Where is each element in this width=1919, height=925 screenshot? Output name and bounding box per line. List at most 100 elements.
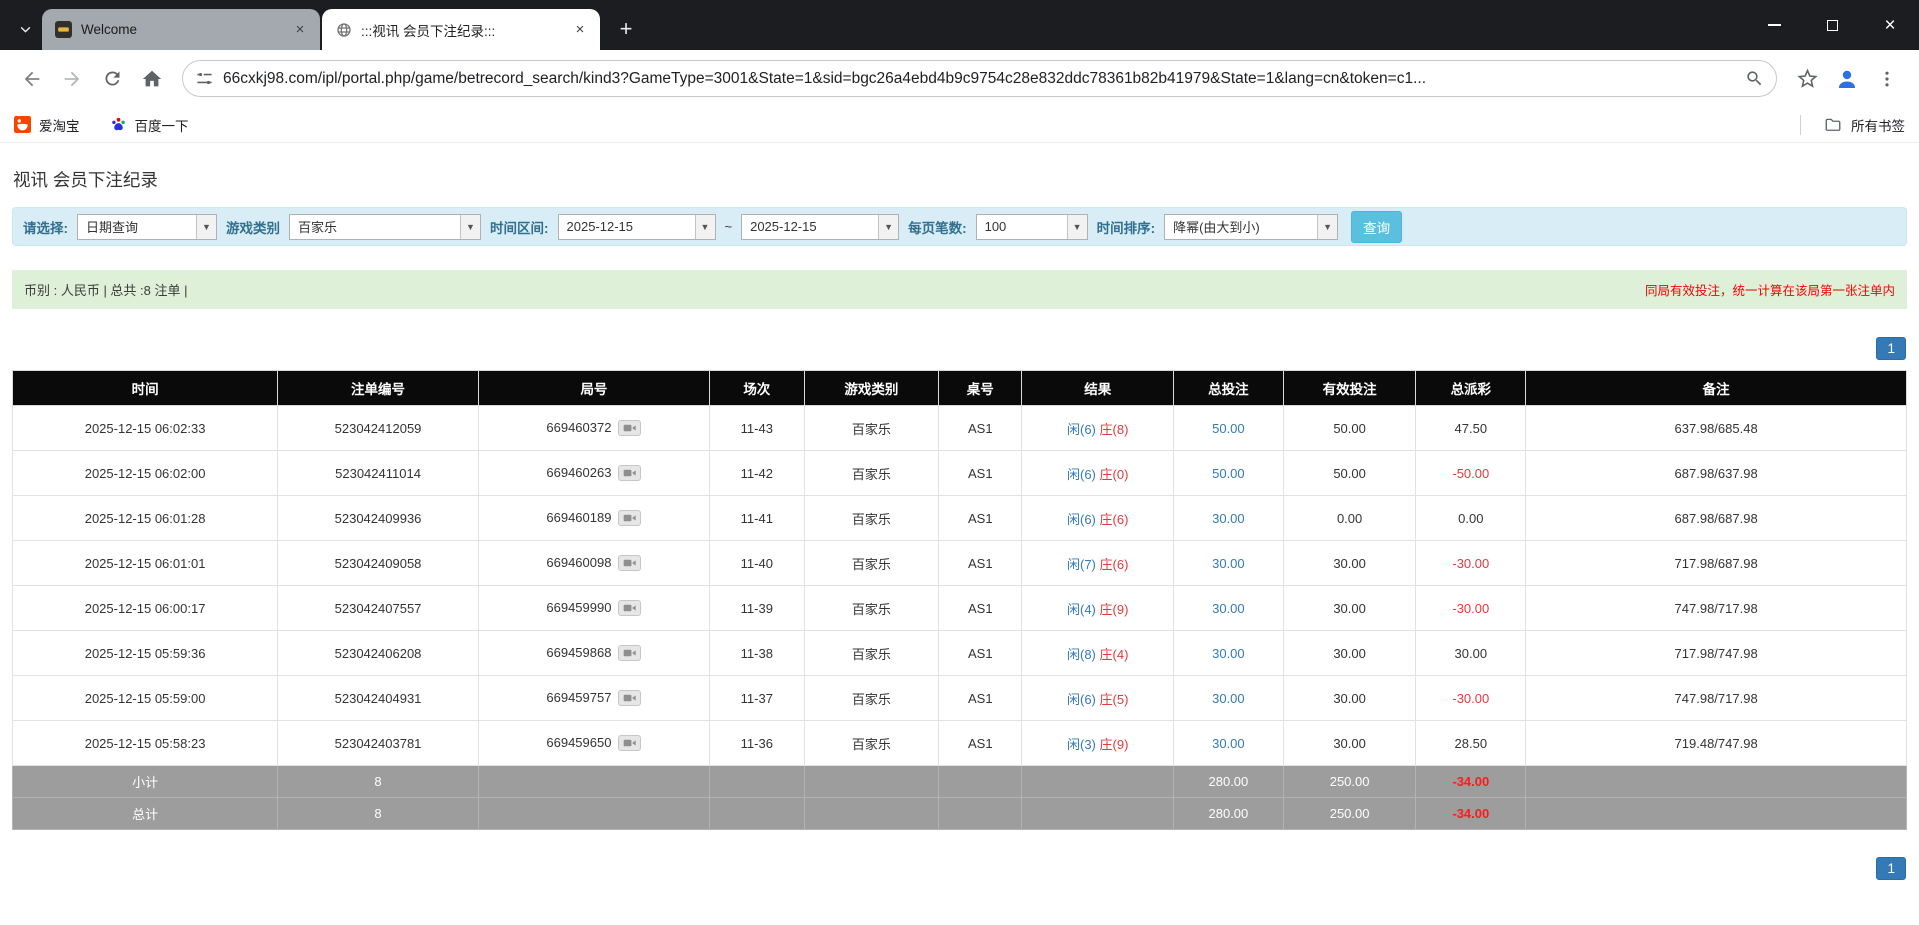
summary-cell: 8 [278, 766, 479, 798]
chevron-down-icon: ▼ [695, 215, 715, 239]
cell-valid-bet: 30.00 [1283, 721, 1416, 766]
query-type-select[interactable]: 日期查询 ▼ [77, 214, 217, 240]
profile-avatar[interactable] [1829, 61, 1865, 97]
table-row: 2025-12-15 06:02:33523042412059669460372… [13, 406, 1907, 451]
chevron-down-icon: ▼ [878, 215, 898, 239]
cell-table-number: AS1 [939, 676, 1022, 721]
cell-time: 2025-12-15 06:02:33 [13, 406, 278, 451]
cell-table-number: AS1 [939, 406, 1022, 451]
site-info-icon[interactable] [195, 69, 214, 88]
summary-cell: 280.00 [1173, 798, 1283, 830]
cell-valid-bet: 30.00 [1283, 676, 1416, 721]
cell-bet-id: 523042406208 [278, 631, 479, 676]
home-button[interactable] [134, 61, 170, 97]
column-header: 桌号 [939, 371, 1022, 406]
summary-cell [478, 766, 709, 798]
refresh-button[interactable] [94, 61, 130, 97]
maximize-button[interactable] [1803, 0, 1861, 50]
new-tab-button[interactable]: + [610, 13, 642, 45]
column-header: 场次 [709, 371, 804, 406]
search-button[interactable]: 查询 [1351, 211, 1402, 243]
tab-betrecord[interactable]: :::视讯 会员下注纪录::: × [322, 9, 600, 50]
bookmark-baidu[interactable]: 百度一下 [110, 115, 189, 135]
cell-payout: -50.00 [1416, 451, 1526, 496]
all-bookmarks-button[interactable]: 所有书签 [1800, 115, 1905, 135]
bookmark-aitaobao[interactable]: 爱淘宝 [14, 115, 80, 135]
globe-favicon-icon [335, 21, 352, 38]
summary-cell [1022, 798, 1174, 830]
cell-bet-id: 523042404931 [278, 676, 479, 721]
video-replay-icon[interactable] [618, 555, 641, 571]
tab-search-chevron-icon[interactable] [8, 9, 42, 50]
total-bet-link[interactable]: 30.00 [1212, 736, 1245, 751]
video-replay-icon[interactable] [618, 420, 641, 436]
chevron-down-icon: ▼ [460, 215, 480, 239]
tab-close-icon[interactable]: × [290, 20, 310, 40]
cell-time: 2025-12-15 05:59:36 [13, 631, 278, 676]
subtotal-row: 小计8280.00250.00-34.00 [13, 766, 1907, 798]
aitaobao-icon [14, 116, 31, 133]
summary-cell: 250.00 [1283, 798, 1416, 830]
tab-welcome[interactable]: Welcome × [42, 9, 320, 50]
column-header: 时间 [13, 371, 278, 406]
sort-order-value: 降幂(由大到小) [1165, 215, 1317, 239]
chevron-down-icon: ▼ [196, 215, 216, 239]
video-replay-icon[interactable] [618, 510, 641, 526]
cell-note: 637.98/685.48 [1526, 406, 1907, 451]
cell-time: 2025-12-15 06:01:28 [13, 496, 278, 541]
bookmark-star-icon[interactable] [1789, 61, 1825, 97]
back-button[interactable] [14, 61, 50, 97]
cell-bet-id: 523042407557 [278, 586, 479, 631]
cell-note: 717.98/747.98 [1526, 631, 1907, 676]
total-bet-link[interactable]: 30.00 [1212, 556, 1245, 571]
welcome-tab-favicon-icon [55, 21, 72, 38]
bookmark-label: 爱淘宝 [39, 115, 80, 135]
sort-order-select[interactable]: 降幂(由大到小) ▼ [1164, 214, 1338, 240]
cell-round-number: 669459757 [478, 676, 709, 721]
page-1-button[interactable]: 1 [1876, 857, 1906, 880]
game-type-select[interactable]: 百家乐 ▼ [289, 214, 481, 240]
game-type-value: 百家乐 [290, 215, 460, 239]
total-bet-link[interactable]: 30.00 [1212, 601, 1245, 616]
total-bet-link[interactable]: 50.00 [1212, 421, 1245, 436]
video-replay-icon[interactable] [618, 600, 641, 616]
date-to-value: 2025-12-15 [742, 215, 878, 239]
video-replay-icon[interactable] [618, 645, 641, 661]
total-bet-link[interactable]: 30.00 [1212, 691, 1245, 706]
column-header: 有效投注 [1283, 371, 1416, 406]
summary-cell [478, 798, 709, 830]
cell-total-bet: 30.00 [1173, 496, 1283, 541]
cell-game-type: 百家乐 [804, 676, 938, 721]
cell-bet-id: 523042409936 [278, 496, 479, 541]
total-bet-link[interactable]: 30.00 [1212, 511, 1245, 526]
date-to-select[interactable]: 2025-12-15 ▼ [741, 214, 899, 240]
video-replay-icon[interactable] [618, 690, 641, 706]
per-page-select[interactable]: 100 ▼ [976, 214, 1088, 240]
video-replay-icon[interactable] [618, 465, 641, 481]
cell-round-number: 669460098 [478, 541, 709, 586]
forward-button[interactable] [54, 61, 90, 97]
summary-cell [1526, 766, 1907, 798]
cell-bet-id: 523042403781 [278, 721, 479, 766]
url-bar[interactable]: 66cxkj98.com/ipl/portal.php/game/betreco… [182, 60, 1777, 97]
date-from-select[interactable]: 2025-12-15 ▼ [558, 214, 716, 240]
total-bet-link[interactable]: 50.00 [1212, 466, 1245, 481]
url-text[interactable]: 66cxkj98.com/ipl/portal.php/game/betreco… [223, 70, 1736, 88]
tilde-separator: ~ [725, 219, 733, 234]
zoom-icon[interactable] [1745, 69, 1764, 88]
minimize-button[interactable] [1745, 0, 1803, 50]
chevron-down-icon: ▼ [1317, 215, 1337, 239]
cell-session: 11-43 [709, 406, 804, 451]
cell-time: 2025-12-15 06:00:17 [13, 586, 278, 631]
menu-dots-icon[interactable] [1869, 61, 1905, 97]
tab-close-icon[interactable]: × [570, 20, 590, 40]
currency-summary: 币别 : 人民币 | 总共 :8 注单 | [24, 280, 188, 299]
cell-result: 闲(3) 庄(9) [1022, 721, 1174, 766]
cell-session: 11-41 [709, 496, 804, 541]
total-bet-link[interactable]: 30.00 [1212, 646, 1245, 661]
page-1-button[interactable]: 1 [1876, 337, 1906, 360]
cell-total-bet: 50.00 [1173, 406, 1283, 451]
close-button[interactable]: × [1861, 0, 1919, 50]
cell-table-number: AS1 [939, 541, 1022, 586]
video-replay-icon[interactable] [618, 735, 641, 751]
